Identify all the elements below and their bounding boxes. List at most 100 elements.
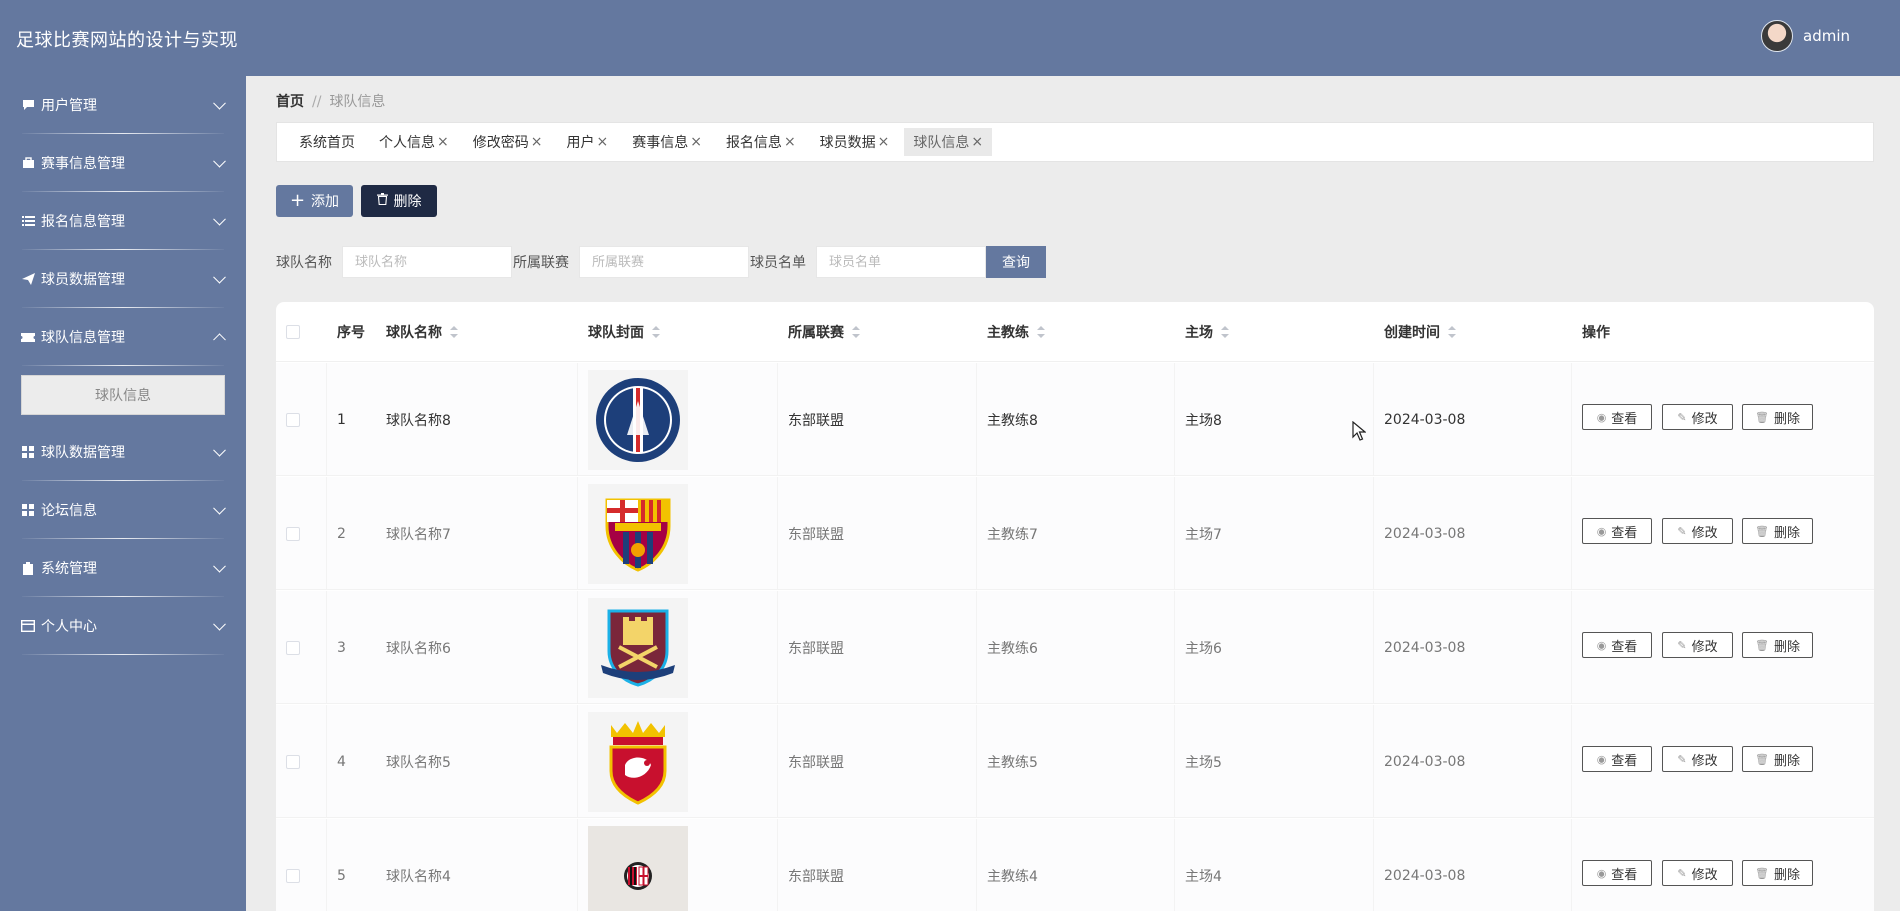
close-icon[interactable]: ×: [878, 134, 890, 150]
row-select-cell: [286, 477, 300, 590]
close-icon[interactable]: ×: [690, 134, 702, 150]
sort-icon[interactable]: [1221, 326, 1229, 338]
sidebar-item-forum[interactable]: 论坛信息: [0, 481, 246, 539]
user-menu[interactable]: admin: [1761, 20, 1850, 52]
query-button[interactable]: 查询: [986, 246, 1046, 278]
tab-match-info[interactable]: 赛事信息 ×: [623, 128, 711, 156]
sidebar-item-registration-management[interactable]: 报名信息管理: [0, 192, 246, 250]
row-delete-button[interactable]: 🗑 删除: [1742, 860, 1813, 886]
username[interactable]: admin: [1803, 27, 1850, 45]
roster-input[interactable]: [816, 246, 986, 278]
close-icon[interactable]: ×: [531, 134, 543, 150]
team-cover-image[interactable]: [588, 483, 688, 584]
view-button[interactable]: ◉ 查看: [1582, 746, 1652, 772]
team-name-label: 球队名称: [276, 255, 332, 271]
tab-change-password[interactable]: 修改密码 ×: [464, 128, 552, 156]
sidebar-item-personal-center[interactable]: 个人中心: [0, 597, 246, 655]
mouse-cursor-icon: [1352, 421, 1366, 441]
column-divider: [577, 591, 578, 703]
row-checkbox[interactable]: [286, 640, 300, 655]
row-delete-button[interactable]: 🗑 删除: [1742, 518, 1813, 544]
delete-button[interactable]: 删除: [361, 185, 437, 217]
sidebar-item-label: 个人中心: [41, 619, 97, 635]
row-checkbox[interactable]: [286, 526, 300, 541]
close-icon[interactable]: ×: [784, 134, 796, 150]
row-checkbox[interactable]: [286, 412, 300, 427]
close-icon[interactable]: ×: [971, 134, 983, 150]
eye-icon: ◉: [1596, 524, 1607, 538]
edit-icon: ✎: [1677, 524, 1687, 538]
sidebar-item-system-management[interactable]: 系统管理: [0, 539, 246, 597]
tab-registration-info[interactable]: 报名信息 ×: [717, 128, 805, 156]
tab-label: 球队信息: [913, 135, 970, 151]
breadcrumb-home[interactable]: 首页: [276, 94, 304, 110]
column-divider: [1174, 819, 1175, 911]
view-button[interactable]: ◉ 查看: [1582, 860, 1652, 886]
column-divider: [326, 477, 327, 589]
team-name-input[interactable]: [342, 246, 512, 278]
team-cover-image[interactable]: [588, 711, 688, 812]
chevron-down-icon: [213, 501, 226, 515]
view-button[interactable]: ◉ 查看: [1582, 518, 1652, 544]
tab-team-info[interactable]: 球队信息 ×: [904, 128, 993, 156]
view-button[interactable]: ◉ 查看: [1582, 632, 1652, 658]
column-divider: [1174, 363, 1175, 475]
tab-user[interactable]: 用户 ×: [557, 128, 617, 156]
team-cover-image[interactable]: [588, 825, 688, 911]
sidebar-item-user-management[interactable]: 用户管理: [0, 76, 246, 134]
close-icon[interactable]: ×: [596, 134, 608, 150]
tab-home[interactable]: 系统首页: [290, 128, 364, 156]
edit-button[interactable]: ✎ 修改: [1662, 746, 1733, 772]
sort-icon[interactable]: [1037, 326, 1045, 338]
col-cover-header[interactable]: 球队封面: [588, 302, 660, 362]
team-cover-image[interactable]: [588, 597, 688, 698]
select-all-checkbox[interactable]: [286, 325, 300, 339]
col-league-header[interactable]: 所属联赛: [788, 302, 860, 362]
avatar[interactable]: [1761, 20, 1793, 52]
column-divider: [1174, 477, 1175, 589]
sidebar-subitem-team-info[interactable]: 球队信息: [21, 375, 225, 415]
cell-created: 2024-03-08: [1384, 525, 1466, 542]
sidebar-item-label: 球员数据管理: [41, 272, 125, 288]
edit-button[interactable]: ✎ 修改: [1662, 404, 1733, 430]
col-coach-header[interactable]: 主教练: [987, 302, 1045, 362]
tab-player-data[interactable]: 球员数据 ×: [811, 128, 899, 156]
card-icon: [21, 620, 35, 632]
row-checkbox[interactable]: [286, 868, 300, 883]
table-row[interactable]: 5 球队名称4 东部联盟 主教练4 主场4 2024-03-08 ◉ 查看 ✎ 修改…: [276, 819, 1874, 911]
add-button[interactable]: + 添加: [276, 185, 353, 217]
column-divider: [1571, 705, 1572, 817]
cell-created: 2024-03-08: [1384, 753, 1466, 770]
sidebar-item-team-data-management[interactable]: 球队数据管理: [0, 423, 246, 481]
grid-icon: [21, 504, 35, 516]
row-delete-button[interactable]: 🗑 删除: [1742, 404, 1813, 430]
col-name-header[interactable]: 球队名称: [386, 302, 458, 362]
table-row[interactable]: 2 球队名称7 东部联盟 主教练7 主场7 2024-03-08 ◉ 查看 ✎ …: [276, 477, 1874, 590]
sort-icon[interactable]: [852, 326, 860, 338]
sort-icon[interactable]: [652, 326, 660, 338]
sort-icon[interactable]: [1448, 326, 1456, 338]
col-created-header[interactable]: 创建时间: [1384, 302, 1456, 362]
league-input[interactable]: [579, 246, 749, 278]
row-delete-button[interactable]: 🗑 删除: [1742, 746, 1813, 772]
edit-button[interactable]: ✎ 修改: [1662, 632, 1733, 658]
row-checkbox[interactable]: [286, 754, 300, 769]
sort-icon[interactable]: [450, 326, 458, 338]
team-cover-image[interactable]: [588, 369, 688, 470]
table-row[interactable]: 4 球队名称5 东部联盟 主教练5 主场5 2024-03-08 ◉ 查看 ✎ 修改…: [276, 705, 1874, 818]
sidebar-item-team-info-management[interactable]: 球队信息管理: [0, 308, 246, 366]
sidebar-item-match-management[interactable]: 赛事信息管理: [0, 134, 246, 192]
row-delete-button[interactable]: 🗑 删除: [1742, 632, 1813, 658]
table-row[interactable]: 3 球队名称6 东部联盟 主教练6 主场6 2024-03-08 ◉ 查看 ✎ 修改…: [276, 591, 1874, 704]
view-button[interactable]: ◉ 查看: [1582, 404, 1652, 430]
edit-button[interactable]: ✎ 修改: [1662, 860, 1733, 886]
table-row[interactable]: 1 球队名称8 东部联盟 主教练8 主场8 2024-03-08 ◉ 查看 ✎ 修改…: [276, 363, 1874, 476]
view-label: 查看: [1611, 753, 1638, 769]
chevron-up-icon: [213, 333, 226, 347]
col-stadium-header[interactable]: 主场: [1185, 302, 1229, 362]
tab-bar: 系统首页 个人信息 × 修改密码 × 用户 × 赛事信息 × 报名信息 × 球员数据 × 球…: [276, 122, 1874, 162]
edit-button[interactable]: ✎ 修改: [1662, 518, 1733, 544]
close-icon[interactable]: ×: [437, 134, 449, 150]
sidebar-item-player-data-management[interactable]: 球员数据管理: [0, 250, 246, 308]
tab-personal-info[interactable]: 个人信息 ×: [370, 128, 458, 156]
